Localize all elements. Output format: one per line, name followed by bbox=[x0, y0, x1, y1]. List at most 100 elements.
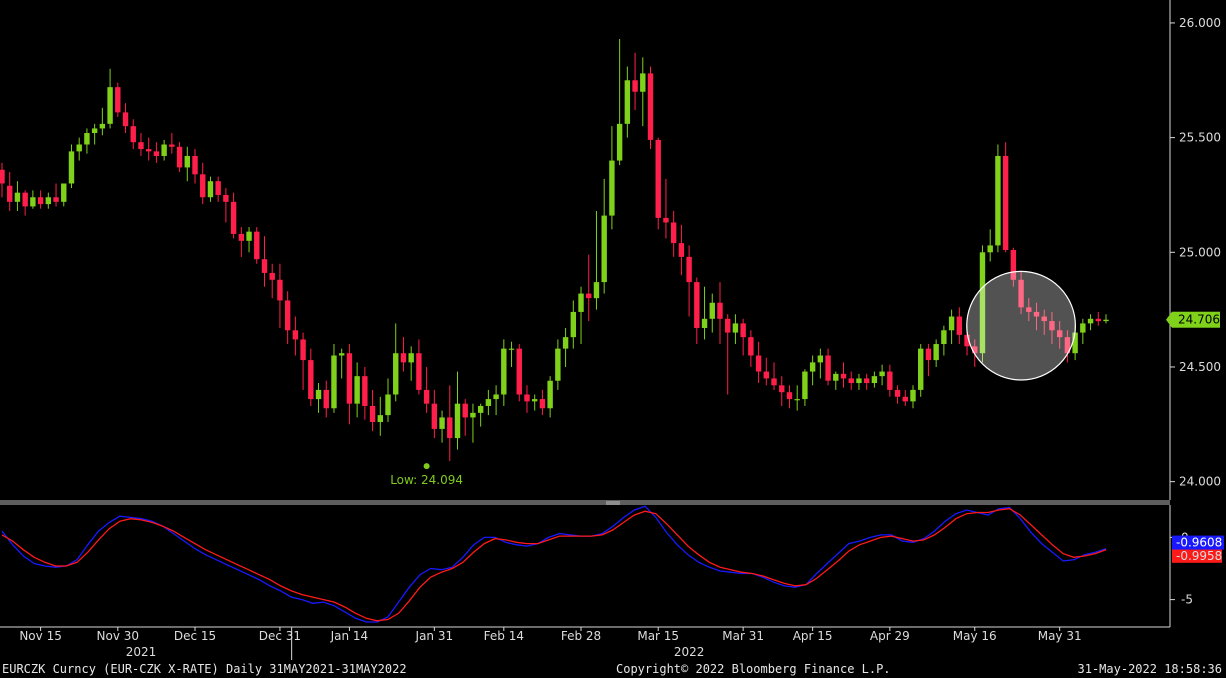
candle-body bbox=[400, 353, 407, 363]
candle-body bbox=[609, 160, 615, 216]
candle-body bbox=[1080, 323, 1086, 333]
candle-body bbox=[817, 355, 824, 363]
last-price-tag: 24.706 bbox=[1166, 311, 1220, 328]
candle-body bbox=[223, 194, 229, 202]
macd-tick-label: -5 bbox=[1181, 593, 1193, 607]
candle-body bbox=[616, 123, 623, 161]
candle-body bbox=[663, 217, 669, 223]
candle-body bbox=[763, 371, 770, 379]
security-description: EURCZK Curncy (EUR-CZK X-RATE) Daily 31M… bbox=[2, 662, 407, 676]
candle-body bbox=[902, 396, 908, 402]
candle-body bbox=[246, 231, 252, 241]
candle-body bbox=[508, 348, 515, 350]
candle-body bbox=[377, 415, 383, 423]
candle-body bbox=[755, 355, 762, 372]
candle-body bbox=[470, 412, 476, 418]
candle-body bbox=[717, 302, 723, 319]
candle-body bbox=[501, 348, 507, 395]
year-label: 2021 bbox=[126, 645, 157, 659]
candle-body bbox=[941, 330, 947, 345]
x-tick-label: Nov 15 bbox=[19, 629, 62, 643]
last-price-label: 24.706 bbox=[1178, 313, 1220, 327]
panel-divider bbox=[0, 500, 1170, 505]
candle-body bbox=[632, 80, 638, 92]
candle-body bbox=[393, 353, 399, 395]
candle-body bbox=[879, 371, 885, 377]
candle-body bbox=[61, 183, 67, 202]
candle-body bbox=[771, 378, 777, 386]
signal-label: -0.9958 bbox=[1176, 549, 1222, 563]
candle-body bbox=[261, 259, 268, 273]
candle-body bbox=[338, 353, 345, 356]
candle-body bbox=[640, 73, 646, 92]
x-tick-label: Feb 14 bbox=[484, 629, 524, 643]
candle-body bbox=[362, 376, 368, 406]
candle-body bbox=[7, 185, 13, 202]
candle-body bbox=[284, 300, 291, 331]
x-tick-label: Apr 29 bbox=[870, 629, 910, 643]
candle-body bbox=[115, 87, 121, 113]
candle-body bbox=[516, 348, 522, 395]
candle-body bbox=[709, 302, 715, 319]
x-tick-label: Dec 31 bbox=[259, 629, 301, 643]
price-tick-label: 24.000 bbox=[1179, 475, 1221, 489]
candle-body bbox=[848, 378, 854, 384]
x-tick-label: Apr 15 bbox=[793, 629, 833, 643]
candle-body bbox=[547, 380, 553, 409]
candle-body bbox=[200, 174, 206, 198]
low-marker bbox=[423, 463, 430, 470]
candle-body bbox=[802, 371, 808, 400]
candle-body bbox=[918, 348, 924, 390]
price-tick-label: 24.500 bbox=[1179, 360, 1221, 374]
macd-line bbox=[1, 505, 1107, 623]
candle-body bbox=[53, 197, 59, 202]
candle-body bbox=[987, 245, 993, 253]
candle-body bbox=[184, 155, 190, 168]
candle-body bbox=[462, 403, 468, 418]
highlight-circle bbox=[966, 270, 1076, 381]
price-tick-label: 25.000 bbox=[1179, 245, 1221, 259]
candle-body bbox=[99, 123, 106, 129]
candle-body bbox=[871, 376, 878, 384]
candle-body bbox=[300, 339, 306, 361]
candle-body bbox=[439, 417, 445, 429]
candle-body bbox=[655, 139, 661, 218]
candle-body bbox=[408, 353, 414, 363]
candle-body bbox=[30, 197, 36, 207]
candle-body bbox=[192, 155, 198, 175]
candle-body bbox=[578, 293, 584, 312]
candle-body bbox=[856, 378, 862, 384]
candle-body bbox=[0, 169, 5, 184]
candle-body bbox=[794, 399, 800, 401]
candle-body bbox=[1095, 318, 1101, 322]
candle-body bbox=[995, 155, 1001, 246]
macd-tags: -0.9958 -0.9608 bbox=[1172, 535, 1224, 563]
candle-body bbox=[45, 197, 52, 205]
candle-body bbox=[809, 362, 816, 372]
candle-body bbox=[647, 73, 654, 140]
candle-body bbox=[933, 344, 939, 361]
candle-body bbox=[331, 355, 337, 409]
candle-body bbox=[277, 279, 283, 301]
candle-body bbox=[493, 394, 499, 400]
candle-body bbox=[477, 405, 484, 413]
candle-body bbox=[894, 389, 901, 397]
x-tick-label: Nov 30 bbox=[97, 629, 140, 643]
x-tick-label: Dec 15 bbox=[174, 629, 216, 643]
x-tick-label: Mar 15 bbox=[637, 629, 679, 643]
candle-body bbox=[786, 392, 793, 400]
candle-body bbox=[76, 144, 82, 152]
candle-body bbox=[176, 146, 183, 168]
candle-body bbox=[207, 181, 214, 198]
candle-body bbox=[562, 337, 569, 349]
x-ticks: Nov 15 Nov 30 Dec 15 Dec 31 Jan 14 Jan 31 Feb … bbox=[19, 627, 1082, 643]
panel-divider-bar bbox=[0, 500, 1170, 505]
macd-label: -0.9608 bbox=[1176, 536, 1222, 550]
candle-body bbox=[416, 353, 422, 390]
candle-body bbox=[732, 323, 739, 333]
candle-body bbox=[586, 293, 592, 299]
candle-body bbox=[748, 337, 754, 356]
candle-body bbox=[14, 192, 21, 202]
candle-body bbox=[215, 181, 221, 195]
candle-body bbox=[423, 389, 430, 404]
